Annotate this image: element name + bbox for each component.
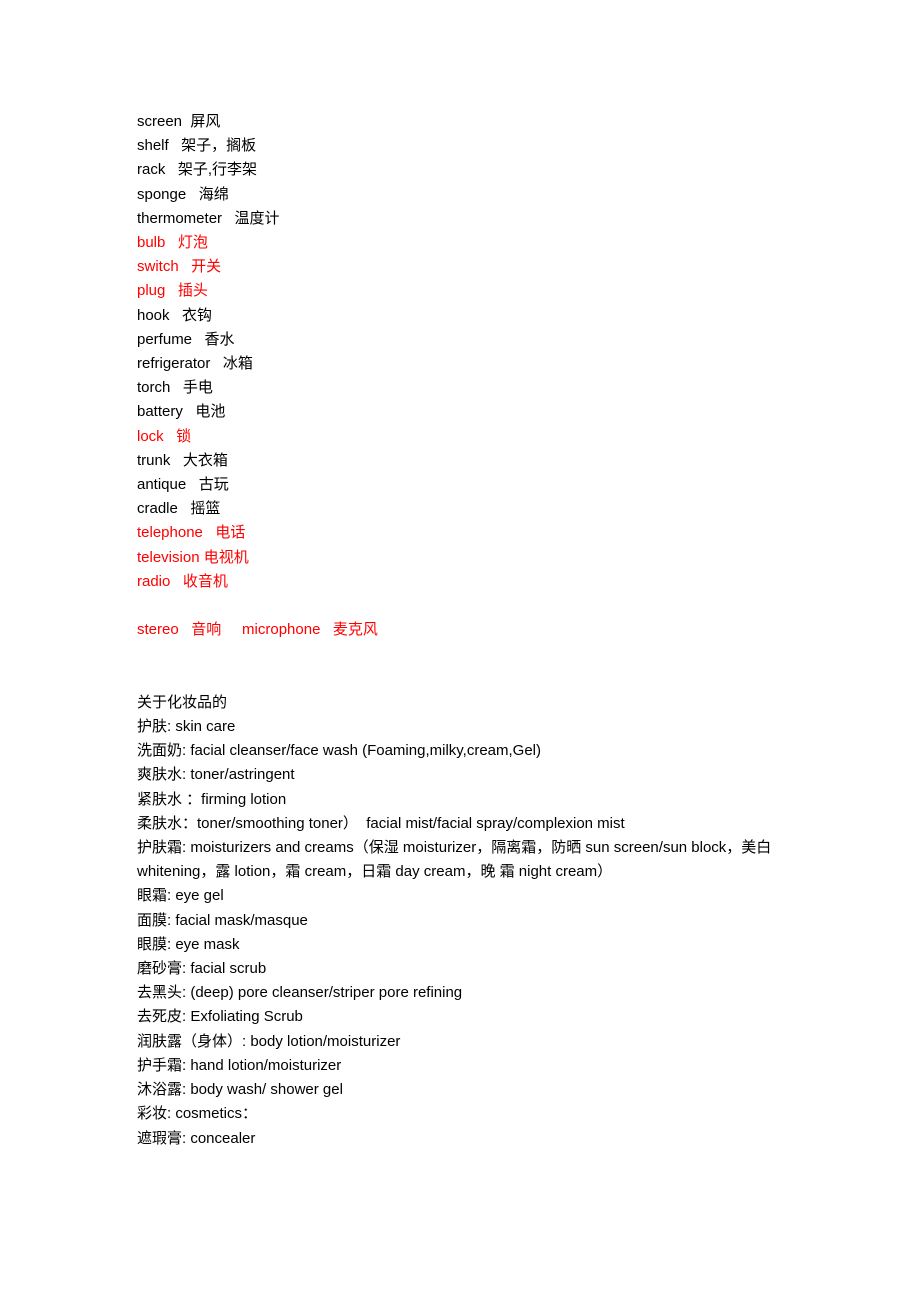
cosmetics-entry: 护肤: skin care	[137, 718, 236, 736]
vocab-entry: refrigerator 冰箱	[137, 355, 253, 373]
cosmetics-entry: 护手霜: hand lotion/moisturizer	[137, 1056, 342, 1074]
vocab-entry-highlighted: lock 锁	[137, 427, 192, 445]
cosmetics-entry: 爽肤水: toner/astringent	[137, 766, 295, 784]
cosmetics-entry: 去死皮: Exfoliating Scrub	[137, 1008, 303, 1026]
cosmetics-entry: 紧肤水 ：firming lotion	[137, 790, 287, 808]
document-text-body: screen 屏风 shelf 架子，搁板 rack 架子,行李架 sponge…	[137, 110, 797, 1151]
vocab-entry-highlighted: switch 开关	[137, 258, 222, 276]
vocab-entry: sponge 海绵	[137, 185, 229, 203]
cosmetics-vocabulary-section: 关于化妆品的 护肤: skin care 洗面奶: facial cleanse…	[137, 691, 797, 1151]
vocab-entry-audio-devices: stereo 音响 microphone 麦克风	[137, 621, 378, 639]
cosmetics-entry: 柔肤水：toner/smoothing toner） facial mist/f…	[137, 814, 625, 832]
vocab-entry: thermometer 温度计	[137, 209, 280, 227]
vocab-entry: cradle 摇篮	[137, 500, 221, 518]
vocab-entry: shelf 架子，搁板	[137, 137, 257, 155]
cosmetics-entry: 去黑头: (deep) pore cleanser/striper pore r…	[137, 984, 463, 1002]
household-items-vocabulary-section: screen 屏风 shelf 架子，搁板 rack 架子,行李架 sponge…	[137, 110, 797, 642]
vocab-entry: antique 古玩	[137, 476, 229, 494]
cosmetics-section-heading: 关于化妆品的	[137, 693, 228, 711]
cosmetics-entry: 面膜: facial mask/masque	[137, 911, 308, 929]
cosmetics-entry: 眼霜: eye gel	[137, 887, 224, 905]
vocab-entry-highlighted: telephone 电话	[137, 524, 246, 542]
vocab-entry: trunk 大衣箱	[137, 451, 228, 469]
vocab-entry: rack 架子,行李架	[137, 161, 258, 179]
cosmetics-entry: 彩妆: cosmetics：	[137, 1105, 258, 1123]
vocab-entry: hook 衣钩	[137, 306, 213, 324]
vocab-entry-highlighted: television 电视机	[137, 548, 249, 566]
cosmetics-moisturizer-paragraph: 护肤霜: moisturizers and creams（保湿 moisturi…	[137, 839, 776, 881]
document-page: screen 屏风 shelf 架子，搁板 rack 架子,行李架 sponge…	[0, 0, 920, 1302]
cosmetics-entry: 遮瑕膏: concealer	[137, 1129, 256, 1147]
cosmetics-entry: 眼膜: eye mask	[137, 935, 240, 953]
cosmetics-entry: 沐浴露: body wash/ shower gel	[137, 1081, 343, 1099]
vocab-entry-highlighted: plug 插头	[137, 282, 208, 300]
cosmetics-entry: 磨砂膏: facial scrub	[137, 960, 267, 978]
vocab-entry-highlighted: bulb 灯泡	[137, 234, 208, 252]
vocab-entry-highlighted: radio 收音机	[137, 572, 228, 590]
vocab-entry: battery 电池	[137, 403, 226, 421]
vocab-entry: perfume 香水	[137, 330, 235, 348]
cosmetics-entry: 洗面奶: facial cleanser/face wash (Foaming,…	[137, 742, 542, 760]
cosmetics-entry: 润肤露（身体）: body lotion/moisturizer	[137, 1032, 401, 1050]
vocab-entry: torch 手电	[137, 379, 213, 397]
vocab-entry: screen 屏风	[137, 113, 221, 130]
